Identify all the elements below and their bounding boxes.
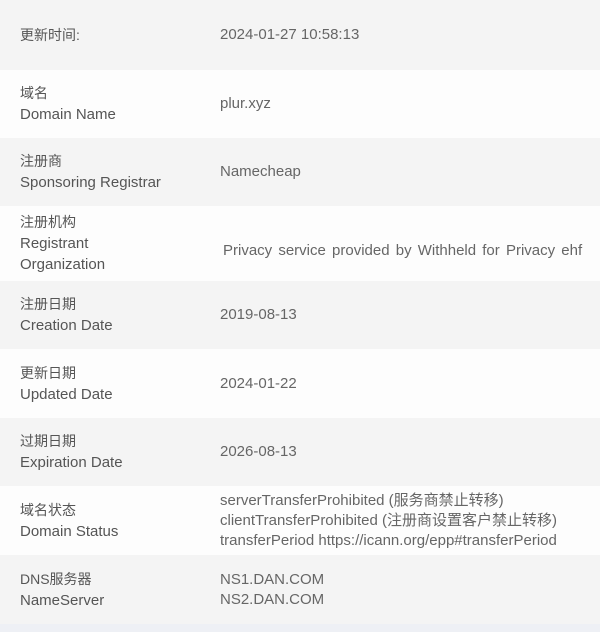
label-en: Registrant Organization — [20, 235, 106, 273]
info-row: 域名 Domain Name plur.xyz — [0, 70, 600, 138]
row-value: serverTransferProhibited (服务商禁止转移) client… — [200, 491, 557, 551]
label-en: Sponsoring Registrar — [20, 174, 161, 191]
label-zh: 注册日期 — [20, 296, 76, 312]
label-en: Creation Date — [20, 317, 113, 334]
row-value: Namecheap — [200, 162, 301, 182]
row-label: 域名状态 Domain Status — [0, 500, 200, 542]
label-zh: 域名 — [20, 85, 48, 101]
row-value: 2024-01-27 10:58:13 — [200, 25, 359, 45]
label-en: Domain Name — [20, 106, 116, 123]
info-row: 注册日期 Creation Date 2019-08-13 — [0, 281, 600, 349]
label-zh: DNS服务器 — [20, 570, 92, 587]
info-row: 域名状态 Domain Status serverTransferProhibite… — [0, 486, 600, 555]
label-en: Expiration Date — [20, 454, 123, 471]
row-value: 2019-08-13 — [200, 305, 297, 325]
value-line: transferPeriod https://icann.org/epp#tra… — [220, 531, 557, 549]
info-row: 过期日期 Expiration Date 2026-08-13 — [0, 418, 600, 486]
info-row: 更新日期 Updated Date 2024-01-22 — [0, 349, 600, 418]
row-value: 2026-08-13 — [200, 442, 297, 462]
row-label: 注册商 Sponsoring Registrar — [0, 151, 200, 193]
label-en: Domain Status — [20, 522, 119, 540]
value-line: 2024-01-22 — [220, 374, 297, 392]
value-line: clientTransferProhibited (注册商设置客户禁止转移) — [220, 511, 558, 529]
label-zh: 注册机构 — [20, 214, 76, 230]
row-value: NS1.DAN.COM NS2.DAN.COM — [200, 570, 324, 610]
value-line: NS1.DAN.COM — [220, 570, 325, 588]
value-line: serverTransferProhibited (服务商禁止转移) — [220, 491, 504, 509]
label-zh: 更新日期 — [20, 364, 76, 381]
whois-table: 更新时间: 2024-01-27 10:58:13 域名 Domain Name plu… — [0, 0, 600, 624]
row-value: Privacy service provided by Withheld for… — [200, 241, 582, 261]
row-label: 域名 Domain Name — [0, 83, 200, 125]
info-row: 更新时间: 2024-01-27 10:58:13 — [0, 0, 600, 70]
value-line: 2019-08-13 — [220, 306, 297, 323]
info-row: 注册商 Sponsoring Registrar Namecheap — [0, 138, 600, 206]
value-line: NS2.DAN.COM — [220, 590, 325, 608]
row-label: 注册机构 Registrant Organization — [0, 212, 200, 275]
row-label: 更新时间: — [0, 25, 200, 46]
value-line: Privacy service provided by Withheld for… — [223, 241, 583, 259]
row-label: DNS服务器 NameServer — [0, 569, 200, 611]
row-label: 更新日期 Updated Date — [0, 363, 200, 405]
info-row: DNS服务器 NameServer NS1.DAN.COM NS2.DAN.COM — [0, 555, 600, 624]
label-zh: 过期日期 — [20, 433, 76, 449]
label-zh: 域名状态 — [20, 501, 76, 518]
value-line: Namecheap — [220, 163, 301, 180]
label-en: Updated Date — [20, 385, 113, 403]
row-label: 注册日期 Creation Date — [0, 294, 200, 336]
value-line: 2026-08-13 — [220, 443, 297, 460]
row-value: 2024-01-22 — [200, 374, 297, 394]
value-line: 2024-01-27 10:58:13 — [220, 26, 360, 43]
value-line: plur.xyz — [220, 95, 271, 112]
label-zh: 更新时间: — [20, 26, 80, 43]
label-en: NameServer — [20, 591, 105, 609]
label-zh: 注册商 — [20, 153, 62, 169]
info-row: 注册机构 Registrant Organization Privacy servi… — [0, 206, 600, 281]
row-value: plur.xyz — [200, 94, 271, 114]
row-label: 过期日期 Expiration Date — [0, 431, 200, 473]
